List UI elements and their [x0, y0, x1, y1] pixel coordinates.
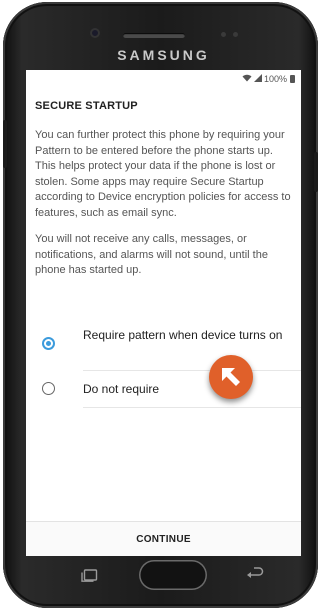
option-label: Require pattern when device turns on	[83, 328, 283, 342]
page-title: SECURE STARTUP	[35, 100, 138, 112]
phone-frame: SAMSUNG 100% SECURE STARTUP You can furt…	[3, 2, 318, 608]
tap-pointer-icon	[209, 355, 253, 399]
battery-percent: 100%	[263, 74, 287, 84]
notice-paragraph: You will not receive any calls, messages…	[35, 233, 268, 276]
divider	[83, 370, 301, 371]
earpiece-speaker	[123, 33, 185, 38]
power-button[interactable]	[314, 152, 318, 192]
signal-icon	[253, 74, 262, 84]
battery-icon	[290, 75, 295, 83]
option-label: Do not require	[83, 382, 160, 396]
option-do-not-require[interactable]: Do not require	[26, 378, 301, 408]
wifi-icon	[242, 74, 252, 84]
continue-button[interactable]: CONTINUE	[26, 521, 301, 556]
front-camera	[90, 28, 100, 38]
description-paragraph: You can further protect this phone by re…	[35, 129, 291, 219]
light-sensor	[233, 32, 238, 37]
radio-selected-icon[interactable]	[42, 337, 55, 350]
recent-apps-icon[interactable]	[81, 569, 98, 582]
divider	[83, 407, 301, 408]
status-bar: 100%	[26, 70, 301, 88]
brand-logo: SAMSUNG	[117, 47, 210, 63]
proximity-sensor	[221, 32, 226, 37]
screen: 100% SECURE STARTUP You can further prot…	[26, 70, 301, 556]
volume-button[interactable]	[3, 120, 7, 168]
radio-unselected-icon[interactable]	[42, 382, 55, 395]
back-icon[interactable]	[246, 567, 264, 581]
home-button[interactable]	[139, 560, 207, 590]
